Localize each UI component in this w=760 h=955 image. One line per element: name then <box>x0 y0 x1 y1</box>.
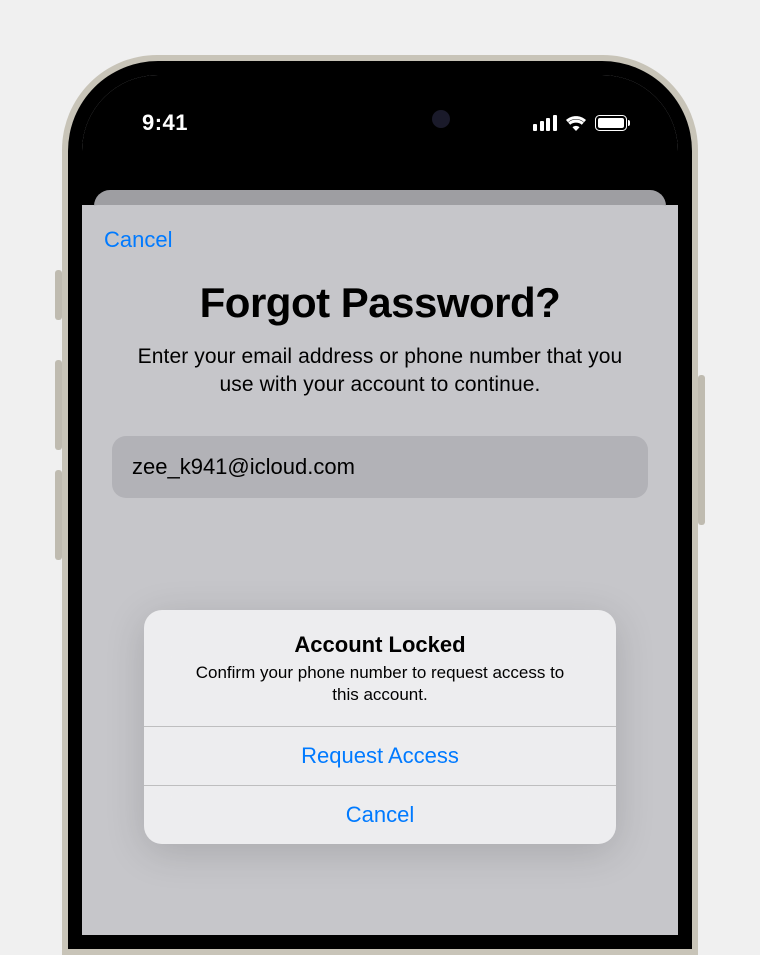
silence-switch[interactable] <box>55 270 62 320</box>
dynamic-island <box>295 95 465 143</box>
alert-dialog: Account Locked Confirm your phone number… <box>144 610 616 844</box>
request-access-button[interactable]: Request Access <box>144 726 616 785</box>
battery-icon <box>595 115 631 131</box>
alert-message: Confirm your phone number to request acc… <box>164 662 596 706</box>
wifi-icon <box>565 115 587 131</box>
cellular-signal-icon <box>533 115 557 131</box>
volume-up-button[interactable] <box>55 360 62 450</box>
page-title: Forgot Password? <box>112 279 648 327</box>
status-time: 9:41 <box>142 110 188 136</box>
volume-down-button[interactable] <box>55 470 62 560</box>
phone-frame: 9:41 <box>62 55 698 955</box>
front-camera <box>432 110 450 128</box>
email-input[interactable]: zee_k941@icloud.com <box>112 436 648 498</box>
power-button[interactable] <box>698 375 705 525</box>
cancel-button[interactable]: Cancel <box>82 227 678 253</box>
alert-title: Account Locked <box>164 632 596 658</box>
alert-cancel-button[interactable]: Cancel <box>144 785 616 844</box>
page-subtitle: Enter your email address or phone number… <box>112 343 648 400</box>
